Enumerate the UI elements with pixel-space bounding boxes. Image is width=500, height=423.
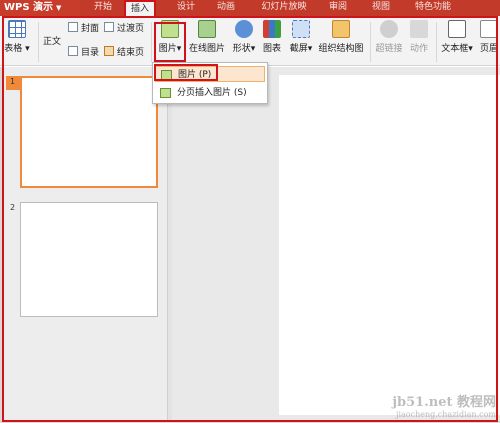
cover-icon: [68, 22, 78, 32]
hyperlink-button[interactable]: 超链接: [374, 20, 404, 54]
shapes-icon: [235, 20, 253, 38]
toc-icon: [68, 46, 78, 56]
textbox-label: 文本框: [441, 44, 469, 54]
header-footer-label: 页眉: [479, 44, 498, 54]
textbox-icon: [448, 20, 466, 38]
divider: [436, 22, 437, 62]
body-slide-button[interactable]: 正文: [43, 36, 61, 48]
action-icon: [410, 20, 428, 38]
transition-icon: [104, 22, 114, 32]
action-button[interactable]: 动作: [407, 20, 431, 54]
hyperlink-icon: [380, 20, 398, 38]
workspace: 1 2 jb51.net 教程网 jiaocheng.chazidian.com: [0, 67, 500, 423]
toc-button[interactable]: 目录: [68, 46, 99, 58]
picture-icon: [160, 88, 171, 98]
ribbon-insert: 表格 ▾ 正文 封面 目录 过渡页 结束页 图片▾ 在线图片 形状▾ 图表 截屏…: [0, 16, 500, 66]
menu-item-picture[interactable]: 图片 (P): [155, 66, 265, 82]
menu-item-insert-picture-per-page[interactable]: 分页插入图片 (S): [155, 85, 265, 101]
online-picture-label: 在线图片: [188, 44, 225, 54]
watermark: jb51.net 教程网 jiaocheng.chazidian.com: [392, 391, 496, 419]
tab-review[interactable]: 审阅: [322, 0, 354, 16]
watermark-line-2: jiaocheng.chazidian.com: [395, 410, 496, 419]
online-picture-icon: [198, 20, 216, 38]
chevron-down-icon: ▼: [56, 4, 62, 12]
cover-button[interactable]: 封面: [68, 22, 99, 34]
slide-number: 2: [10, 203, 16, 212]
tab-special-features[interactable]: 特色功能: [405, 0, 461, 16]
textbox-button[interactable]: 文本框▾: [440, 20, 474, 54]
slide-thumbnail-2[interactable]: [20, 202, 158, 317]
shapes-button[interactable]: 形状▾: [229, 20, 259, 54]
hyperlink-label: 超链接: [375, 44, 403, 54]
slide-thumbnail-1[interactable]: [20, 76, 158, 188]
chevron-down-icon: ▾: [22, 44, 30, 54]
screenshot-icon: [292, 20, 310, 38]
table-label: 表格: [4, 44, 23, 54]
cover-label: 封面: [81, 24, 100, 34]
watermark-line-1: jb51.net 教程网: [392, 395, 496, 410]
divider: [370, 22, 371, 62]
tab-design[interactable]: 设计: [170, 0, 202, 16]
org-chart-button[interactable]: 组织结构图: [318, 20, 364, 54]
tab-home[interactable]: 开始: [86, 0, 120, 16]
transition-label: 过渡页: [117, 24, 145, 34]
header-footer-icon: [480, 20, 498, 38]
tab-insert[interactable]: 插入: [124, 0, 156, 16]
slide-number: 1: [10, 77, 16, 86]
action-label: 动作: [409, 44, 428, 54]
table-button[interactable]: 表格 ▾: [2, 20, 32, 54]
body-slide-label: 正文: [43, 37, 62, 47]
end-page-icon: [104, 46, 114, 56]
chevron-down-icon: ▾: [250, 44, 256, 54]
online-picture-button[interactable]: 在线图片: [187, 20, 227, 54]
slide-edit-area: [172, 67, 500, 421]
chart-button[interactable]: 图表: [261, 20, 283, 54]
slide-canvas[interactable]: [279, 75, 500, 415]
shapes-label: 形状: [232, 44, 251, 54]
chart-label: 图表: [262, 44, 281, 54]
end-page-button[interactable]: 结束页: [104, 46, 144, 58]
picture-dropdown-menu: 图片 (P) 分页插入图片 (S): [152, 62, 268, 104]
toc-label: 目录: [81, 48, 100, 58]
tab-animation[interactable]: 动画: [210, 0, 242, 16]
end-page-label: 结束页: [117, 48, 145, 58]
chevron-down-icon: ▾: [176, 44, 182, 54]
divider: [38, 22, 39, 62]
menu-item-label: 图片 (P): [178, 70, 212, 80]
picture-label: 图片: [158, 44, 177, 54]
tab-slideshow[interactable]: 幻灯片放映: [254, 0, 314, 16]
chevron-down-icon: ▾: [307, 44, 313, 54]
picture-icon: [161, 20, 179, 38]
picture-icon: [161, 70, 172, 80]
title-bar: WPS 演示 ▼ 开始 插入 设计 动画 幻灯片放映 审阅 视图 特色功能: [0, 0, 500, 16]
app-name: WPS 演示: [4, 2, 54, 13]
divider: [151, 22, 152, 62]
org-chart-label: 组织结构图: [318, 44, 364, 54]
transition-page-button[interactable]: 过渡页: [104, 22, 144, 34]
wps-app-menu[interactable]: WPS 演示 ▼: [0, 0, 80, 16]
chart-icon: [263, 20, 281, 38]
tab-view[interactable]: 视图: [365, 0, 397, 16]
table-icon: [8, 20, 26, 38]
picture-button[interactable]: 图片▾: [155, 20, 185, 54]
screenshot-button[interactable]: 截屏▾: [286, 20, 316, 54]
header-footer-button[interactable]: 页眉: [478, 20, 500, 54]
org-chart-icon: [332, 20, 350, 38]
menu-item-label: 分页插入图片 (S): [177, 88, 247, 98]
chevron-down-icon: ▾: [468, 44, 473, 54]
screenshot-label: 截屏: [289, 44, 308, 54]
slide-thumbnail-pane[interactable]: 1 2: [2, 67, 167, 421]
